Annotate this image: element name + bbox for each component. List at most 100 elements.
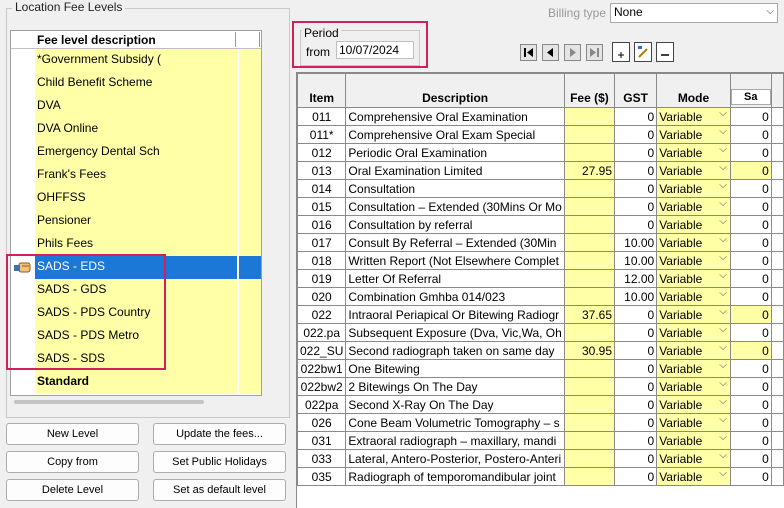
fee-cell[interactable]: 30.95 xyxy=(563,341,616,360)
delete-level-button[interactable]: Delete Level xyxy=(6,479,139,501)
fee-level-row[interactable]: Child Benefit Scheme xyxy=(11,72,261,95)
description-cell[interactable]: One Bitewing xyxy=(345,359,565,378)
new-level-button[interactable]: New Level xyxy=(6,423,139,445)
previous-record-button[interactable] xyxy=(542,44,559,61)
description-cell[interactable]: Subsequent Exposure (Dva, Vic,Wa, Oh xyxy=(345,323,565,342)
fee-item-row[interactable]: 022pa Second X-Ray On The Day 0 Variable ⌵ 0 xyxy=(297,395,784,414)
fee-cell[interactable] xyxy=(563,359,616,378)
gst-cell[interactable]: 0 xyxy=(613,377,658,396)
sat-cell[interactable]: 0 xyxy=(729,269,772,288)
fee-item-row[interactable]: 015 Consultation – Extended (30Mins Or Mo… xyxy=(297,197,784,216)
description-cell[interactable]: Comprehensive Oral Examination xyxy=(345,107,565,126)
fee-item-row[interactable]: 031 Extraoral radiograph – maxillary, ma… xyxy=(297,431,784,450)
item-code-cell[interactable]: 017 xyxy=(297,233,347,252)
fee-item-row[interactable]: 022 Intraoral Periapical Or Bitewing Radi… xyxy=(297,305,784,324)
mode-select-cell[interactable]: Variable ⌵ xyxy=(656,287,731,306)
item-column-header[interactable]: Item xyxy=(297,73,347,108)
fee-item-row[interactable]: 022.pa Subsequent Exposure (Dva, Vic,Wa, … xyxy=(297,323,784,342)
description-cell[interactable]: Written Report (Not Elsewhere Complet xyxy=(345,251,565,270)
description-cell[interactable]: Intraoral Periapical Or Bitewing Radiogr xyxy=(345,305,565,324)
set-public-holidays-button[interactable]: Set Public Holidays xyxy=(153,451,286,473)
mode-select-cell[interactable]: Variable ⌵ xyxy=(656,449,731,468)
update-fees-button[interactable]: Update the fees... xyxy=(153,423,286,445)
sat-cell[interactable]: 0 xyxy=(729,287,772,306)
fee-item-row[interactable]: 026 Cone Beam Volumetric Tomography – s0V… xyxy=(297,413,784,432)
description-cell[interactable]: Comprehensive Oral Exam Special xyxy=(345,125,565,144)
fee-item-row[interactable]: 022bw2 2 Bitewings On The Day 0 Variable ⌵ 0 xyxy=(297,377,784,396)
fee-item-row[interactable]: 017 Consult By Referral – Extended (30Min… xyxy=(297,233,784,252)
description-cell[interactable]: Lateral, Antero-Posterior, Postero-Anter… xyxy=(345,449,565,468)
mode-select-cell[interactable]: Variable ⌵ xyxy=(656,125,731,144)
item-code-cell[interactable]: 022_SU xyxy=(297,341,347,360)
fee-cell[interactable] xyxy=(563,395,616,414)
sat-cell[interactable]: 0 xyxy=(729,359,772,378)
item-code-cell[interactable]: 022pa xyxy=(297,395,347,414)
fee-item-row[interactable]: 022bw1 One Bitewing 0 Variable ⌵ 0 xyxy=(297,359,784,378)
fee-item-row[interactable]: 012 Periodic Oral Examination 0 Variable ⌵ 0 xyxy=(297,143,784,162)
mode-select-cell[interactable]: Variable ⌵ xyxy=(656,467,731,486)
mode-select-cell[interactable]: Variable ⌵ xyxy=(656,197,731,216)
fee-item-row[interactable]: 011 Comprehensive Oral Examination 0 Variab… xyxy=(297,107,784,126)
fee-cell[interactable] xyxy=(563,125,616,144)
fee-cell[interactable] xyxy=(563,467,616,486)
item-code-cell[interactable]: 018 xyxy=(297,251,347,270)
fee-level-row[interactable]: Phils Fees xyxy=(11,233,261,256)
description-cell[interactable]: Radiograph of temporomandibular joint xyxy=(345,467,565,486)
gst-cell[interactable]: 0 xyxy=(613,197,658,216)
item-code-cell[interactable]: 022.pa xyxy=(297,323,347,342)
fee-item-row[interactable]: 016 Consultation by referral 0 Variable ⌵ 0 xyxy=(297,215,784,234)
gst-cell[interactable]: 0 xyxy=(613,161,658,180)
description-cell[interactable]: Extraoral radiograph – maxillary, mandi xyxy=(345,431,565,450)
fee-item-row[interactable]: 019 Letter Of Referral 12.00 Variable ⌵ 0 xyxy=(297,269,784,288)
fee-cell[interactable] xyxy=(563,413,616,432)
description-cell[interactable]: Consultation by referral xyxy=(345,215,565,234)
sat-cell[interactable]: 0 xyxy=(729,233,772,252)
mode-column-header[interactable]: Mode xyxy=(656,73,731,108)
fee-level-row[interactable]: Frank's Fees xyxy=(11,164,261,187)
item-code-cell[interactable]: 035 xyxy=(297,467,347,486)
last-record-button[interactable] xyxy=(586,44,603,61)
next-record-button[interactable] xyxy=(564,44,581,61)
gst-cell[interactable]: 0 xyxy=(613,449,658,468)
first-record-button[interactable] xyxy=(520,44,537,61)
fee-cell[interactable] xyxy=(563,233,616,252)
column-divider[interactable] xyxy=(235,32,236,47)
mode-select-cell[interactable]: Variable ⌵ xyxy=(656,341,731,360)
mode-select-cell[interactable]: Variable ⌵ xyxy=(656,143,731,162)
fee-cell[interactable] xyxy=(563,215,616,234)
fee-cell[interactable] xyxy=(563,287,616,306)
fee-item-row[interactable]: 014 Consultation 0 Variable ⌵ 0 xyxy=(297,179,784,198)
sat-cell[interactable]: 0 xyxy=(729,413,772,432)
copy-from-button[interactable]: Copy from xyxy=(6,451,139,473)
fee-level-row[interactable]: *Government Subsidy ( xyxy=(11,49,261,72)
delete-record-button[interactable] xyxy=(656,42,674,62)
billing-type-select[interactable]: None ⌵ xyxy=(610,3,778,23)
gst-cell[interactable]: 10.00 xyxy=(613,233,658,252)
description-cell[interactable]: Second X-Ray On The Day xyxy=(345,395,565,414)
gst-cell[interactable]: 0 xyxy=(613,179,658,198)
gst-cell[interactable]: 0 xyxy=(613,413,658,432)
description-column-header[interactable]: Description xyxy=(345,73,565,108)
item-code-cell[interactable]: 026 xyxy=(297,413,347,432)
gst-cell[interactable]: 0 xyxy=(613,215,658,234)
sat-cell[interactable]: 0 xyxy=(729,341,772,360)
sat-cell[interactable]: 0 xyxy=(729,215,772,234)
fee-items-grid[interactable]: Item Description Fee ($) GST Mode Sa 011… xyxy=(296,72,784,508)
sat-cell[interactable]: 0 xyxy=(729,125,772,144)
fee-item-row[interactable]: 022_SU Second radiograph taken on same da… xyxy=(297,341,784,360)
item-code-cell[interactable]: 016 xyxy=(297,215,347,234)
description-cell[interactable]: Consultation xyxy=(345,179,565,198)
fee-item-row[interactable]: 013 Oral Examination Limited 27.95 0 Variabl… xyxy=(297,161,784,180)
description-cell[interactable]: Oral Examination Limited xyxy=(345,161,565,180)
item-code-cell[interactable]: 022bw2 xyxy=(297,377,347,396)
description-cell[interactable]: Cone Beam Volumetric Tomography – s xyxy=(345,413,565,432)
gst-cell[interactable]: 0 xyxy=(613,467,658,486)
fee-column-header[interactable]: Fee ($) xyxy=(563,73,616,108)
mode-select-cell[interactable]: Variable ⌵ xyxy=(656,215,731,234)
mode-select-cell[interactable]: Variable ⌵ xyxy=(656,395,731,414)
mode-select-cell[interactable]: Variable ⌵ xyxy=(656,107,731,126)
fee-cell[interactable] xyxy=(563,431,616,450)
gst-cell[interactable]: 0 xyxy=(613,107,658,126)
sat-cell[interactable]: 0 xyxy=(729,431,772,450)
mode-select-cell[interactable]: Variable ⌵ xyxy=(656,161,731,180)
